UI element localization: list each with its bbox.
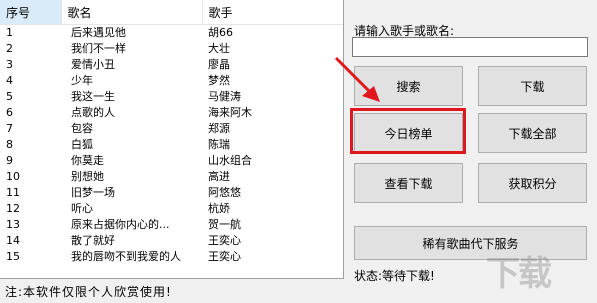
song-list[interactable]: 序号 歌名 歌手 1 后来遇见他 胡66 2 我们不一样 大壮 3 爱情小丑 廖晶 4 少年 梦然 5 我…	[0, 0, 344, 279]
cell-singer: 大壮	[208, 42, 230, 55]
cell-number: 4	[6, 74, 13, 87]
cell-song: 原来占据你内心的...	[71, 218, 170, 231]
cell-singer: 廖晶	[208, 58, 230, 71]
table-row[interactable]: 12 听心 杭娇	[0, 201, 343, 217]
song-table: 序号 歌名 歌手 1 后来遇见他 胡66 2 我们不一样 大壮 3 爱情小丑 廖晶 4 少年 梦然 5 我…	[0, 0, 343, 265]
cell-singer: 王奕心	[208, 250, 241, 263]
table-row[interactable]: 2 我们不一样 大壮	[0, 41, 343, 57]
cell-song: 我们不一样	[71, 42, 126, 55]
download-button[interactable]: 下载	[478, 66, 587, 106]
cell-number: 12	[6, 202, 20, 215]
table-row[interactable]: 5 我这一生 马健涛	[0, 89, 343, 105]
cell-song: 旧梦一场	[71, 186, 115, 199]
cell-number: 7	[6, 122, 13, 135]
table-row[interactable]: 7 包容 郑源	[0, 121, 343, 137]
cell-song: 后来遇见他	[71, 26, 126, 39]
cell-number: 8	[6, 138, 13, 151]
cell-song: 你莫走	[71, 154, 104, 167]
cell-number: 2	[6, 42, 13, 55]
cell-number: 10	[6, 170, 20, 183]
table-row[interactable]: 1 后来遇见他 胡66	[0, 25, 343, 42]
cell-number: 15	[6, 250, 20, 263]
table-row[interactable]: 10 别想她 高进	[0, 169, 343, 185]
cell-song: 包容	[71, 122, 93, 135]
table-row[interactable]: 8 白狐 陈瑞	[0, 137, 343, 153]
footer-note: 注:本软件仅限个人欣赏使用!	[5, 285, 172, 299]
cell-number: 3	[6, 58, 13, 71]
download-all-button[interactable]: 下载全部	[478, 113, 587, 153]
rare-songs-service-button[interactable]: 稀有歌曲代下服务	[354, 226, 587, 260]
cell-singer: 郑源	[208, 122, 230, 135]
column-header-number[interactable]: 序号	[0, 0, 62, 25]
cell-song: 爱情小丑	[71, 58, 115, 71]
cell-song: 我的唇吻不到我爱的人	[71, 250, 181, 263]
cell-singer: 海来阿木	[208, 106, 252, 119]
cell-song: 白狐	[71, 138, 93, 151]
cell-song: 听心	[71, 202, 93, 215]
cell-singer: 陈瑞	[208, 138, 230, 151]
cell-song: 少年	[71, 74, 93, 87]
cell-singer: 王奕心	[208, 234, 241, 247]
cell-singer: 阿悠悠	[208, 186, 241, 199]
cell-number: 5	[6, 90, 13, 103]
table-header: 序号 歌名 歌手	[0, 0, 343, 25]
pointer-arrow-icon	[334, 56, 380, 102]
table-row[interactable]: 14 散了就好 王奕心	[0, 233, 343, 249]
cell-singer: 胡66	[208, 26, 233, 39]
cell-singer: 高进	[208, 170, 230, 183]
cell-number: 9	[6, 154, 13, 167]
cell-singer: 贺一航	[208, 218, 241, 231]
cell-singer: 山水组合	[208, 154, 252, 167]
column-header-singer[interactable]: 歌手	[202, 0, 343, 25]
table-row[interactable]: 3 爱情小丑 廖晶	[0, 57, 343, 73]
highlight-box	[350, 108, 466, 154]
get-points-button[interactable]: 获取积分	[478, 163, 587, 203]
cell-number: 1	[6, 26, 13, 39]
table-row[interactable]: 4 少年 梦然	[0, 73, 343, 89]
cell-number: 11	[6, 186, 20, 199]
cell-number: 6	[6, 106, 13, 119]
column-header-song[interactable]: 歌名	[61, 0, 203, 25]
table-row[interactable]: 6 点歌的人 海来阿木	[0, 105, 343, 121]
table-row[interactable]: 11 旧梦一场 阿悠悠	[0, 185, 343, 201]
cell-song: 散了就好	[71, 234, 115, 247]
table-row[interactable]: 15 我的唇吻不到我爱的人 王奕心	[0, 249, 343, 265]
table-row[interactable]: 9 你莫走 山水组合	[0, 153, 343, 169]
watermark-logo: 下载	[486, 254, 552, 294]
view-downloads-button[interactable]: 查看下载	[354, 163, 463, 203]
table-row[interactable]: 13 原来占据你内心的... 贺一航	[0, 217, 343, 233]
cell-song: 点歌的人	[71, 106, 115, 119]
cell-number: 14	[6, 234, 20, 247]
status-text: 状态:等待下载!	[354, 269, 435, 283]
cell-singer: 梦然	[208, 74, 230, 87]
cell-number: 13	[6, 218, 20, 231]
cell-song: 我这一生	[71, 90, 115, 103]
cell-singer: 杭娇	[208, 202, 230, 215]
cell-song: 别想她	[71, 170, 104, 183]
cell-singer: 马健涛	[208, 90, 241, 103]
